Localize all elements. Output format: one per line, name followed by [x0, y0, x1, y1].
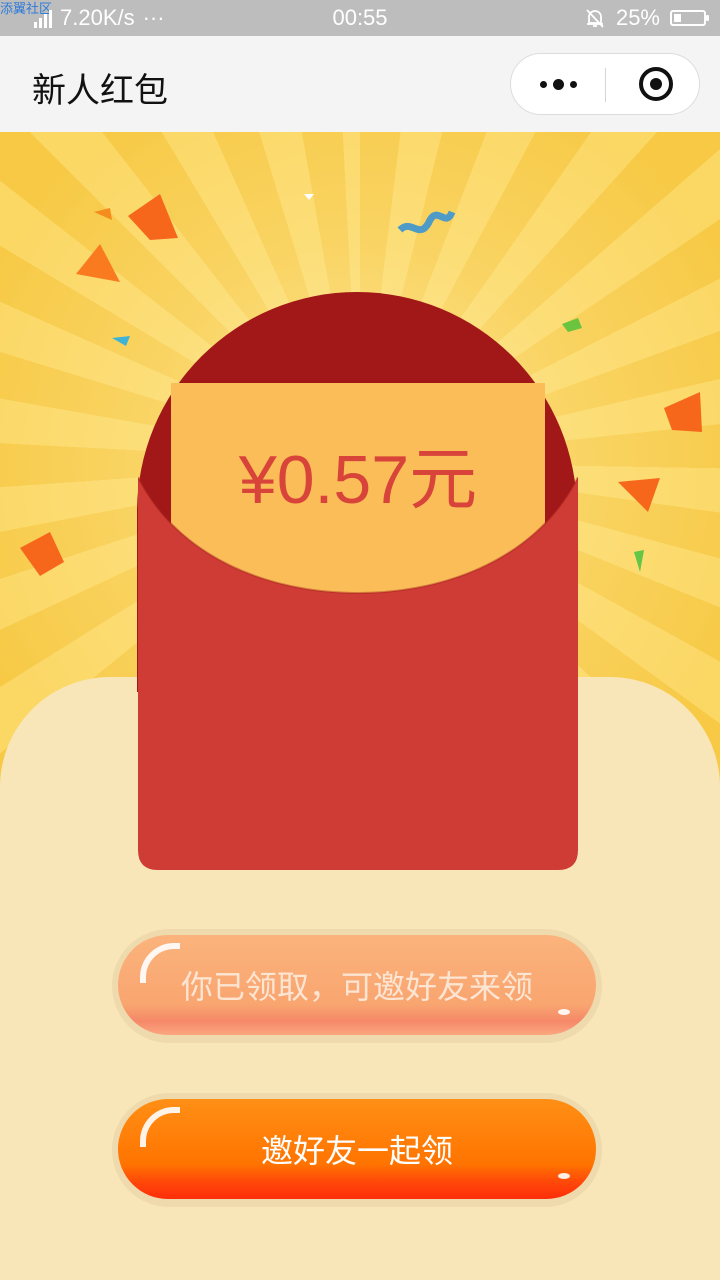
invite-button-frame: 邀好友一起领	[112, 1093, 602, 1207]
button-sparkle	[558, 1009, 570, 1015]
navigation-bar: 新人红包	[0, 36, 720, 132]
page-title: 新人红包	[32, 71, 168, 111]
invite-button-label: 邀好友一起领	[260, 1132, 453, 1170]
button-highlight	[140, 1107, 180, 1147]
capsule-divider	[605, 68, 606, 102]
invite-friends-button[interactable]: 邀好友一起领	[118, 1099, 596, 1199]
red-packet-stage: ¥0.57元 你已领取，可邀好友来领 邀好友一起领	[0, 132, 720, 1280]
mini-program-capsule	[510, 53, 700, 115]
claimed-invite-button[interactable]: 你已领取，可邀好友来领	[118, 935, 596, 1035]
bell-muted-icon	[586, 9, 604, 28]
claimed-button-label: 你已领取，可邀好友来领	[180, 968, 533, 1006]
battery-icon	[670, 10, 709, 26]
close-mini-program-button[interactable]	[639, 67, 673, 101]
button-sparkle	[558, 1173, 570, 1179]
more-icon	[539, 80, 547, 88]
button-highlight	[140, 943, 180, 983]
red-packet-amount: ¥0.57元	[238, 442, 478, 518]
claimed-button-frame: 你已领取，可邀好友来领	[112, 929, 602, 1043]
battery-percent: 25%	[615, 5, 660, 30]
more-menu-button[interactable]	[511, 54, 605, 114]
status-bar: 添翼社区 7.20K/s ··· 00:55 25%	[0, 0, 720, 36]
